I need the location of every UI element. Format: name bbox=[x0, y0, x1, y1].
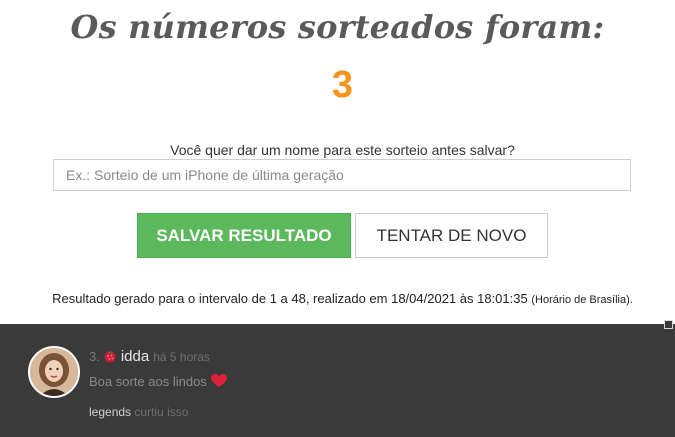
try-again-button[interactable]: TENTAR DE NOVO bbox=[355, 213, 548, 258]
time-ago: há 5 horas bbox=[153, 350, 210, 364]
name-prompt-label: Você quer dar um nome para este sorteio … bbox=[170, 142, 515, 158]
heart-icon bbox=[210, 374, 227, 391]
raspberry-icon bbox=[103, 349, 117, 366]
save-result-button[interactable]: SALVAR RESULTADO bbox=[137, 213, 351, 258]
feed-entry-message: Boa sorte aos lindos bbox=[89, 374, 227, 391]
liked-text: curtiu isso bbox=[134, 405, 189, 419]
rank-number: 3. bbox=[89, 349, 100, 364]
avatar[interactable] bbox=[28, 346, 80, 398]
feed-entry-header: 3. idda há 5 horas bbox=[89, 348, 210, 366]
timezone-note: (Horário de Brasília). bbox=[531, 294, 633, 306]
draw-headline: Os números sorteados foram: bbox=[70, 8, 605, 46]
activity-feed: 3. idda há 5 horas Boa sorte aos lindos l… bbox=[0, 320, 675, 437]
message-text: Boa sorte aos lindos bbox=[89, 374, 207, 389]
liker-name[interactable]: legends bbox=[89, 405, 131, 419]
draw-name-input[interactable] bbox=[53, 159, 631, 191]
expand-icon[interactable] bbox=[664, 320, 673, 329]
username[interactable]: idda bbox=[121, 348, 149, 365]
feed-entry-likes: legends curtiu isso bbox=[89, 405, 188, 419]
result-info: Resultado gerado para o intervalo de 1 a… bbox=[0, 291, 675, 306]
result-info-text: Resultado gerado para o intervalo de 1 a… bbox=[52, 291, 528, 306]
drawn-number: 3 bbox=[331, 64, 354, 106]
avatar-photo bbox=[30, 348, 78, 396]
